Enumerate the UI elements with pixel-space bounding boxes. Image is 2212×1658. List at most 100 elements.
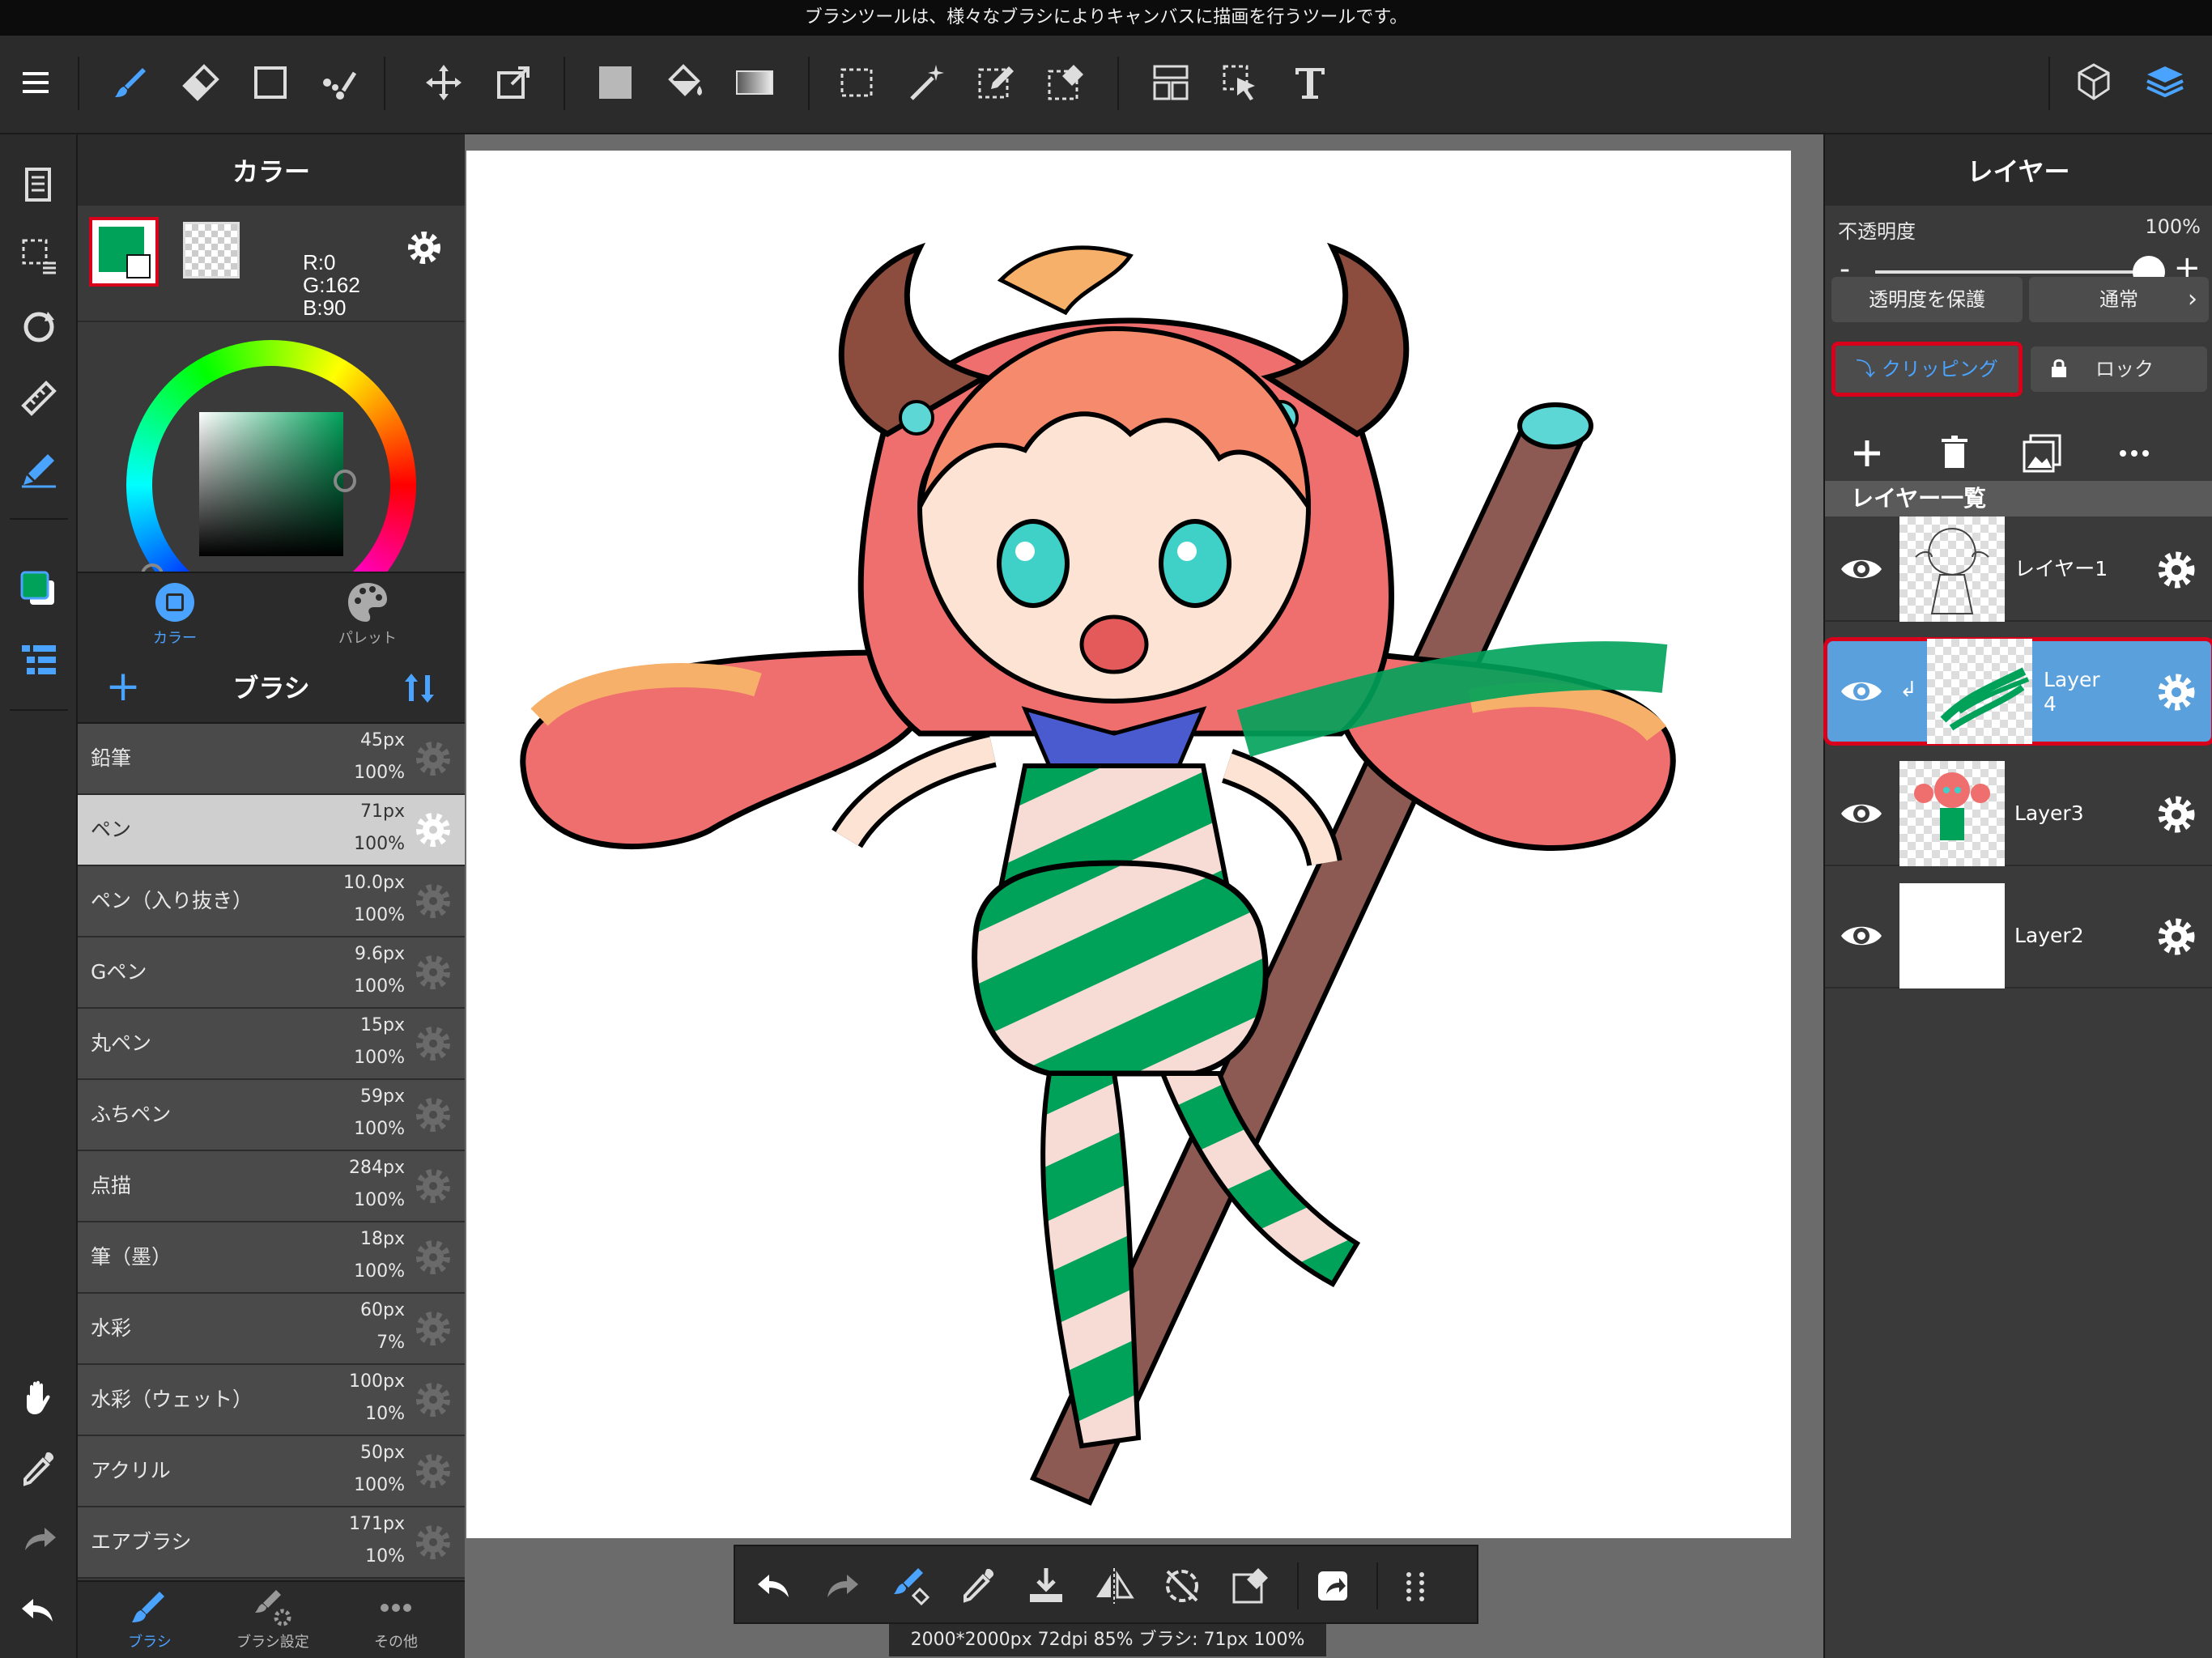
eraser-icon[interactable] <box>170 52 232 113</box>
brush-settings-gear-icon[interactable] <box>411 1235 455 1279</box>
color-settings-gear-icon[interactable] <box>400 223 449 272</box>
bucket-icon[interactable] <box>654 52 716 113</box>
page-manager-icon[interactable] <box>10 155 68 214</box>
layer-row[interactable]: Layer2 <box>1825 883 2212 988</box>
brush-item[interactable]: エアブラシ 171px 10% <box>78 1507 465 1579</box>
add-layer-button[interactable] <box>1841 427 1893 479</box>
layer-settings-gear-icon[interactable] <box>2154 670 2199 715</box>
brush-settings-gear-icon[interactable] <box>411 737 455 780</box>
brush-item[interactable]: ふちペン 59px 100% <box>78 1080 465 1151</box>
current-color-icon[interactable] <box>10 560 68 619</box>
layer-more-button[interactable] <box>2108 427 2160 479</box>
brush-item[interactable]: 筆（墨） 18px 100% <box>78 1222 465 1294</box>
dot-icon[interactable] <box>309 52 371 113</box>
delete-layer-button[interactable] <box>1929 427 1980 479</box>
snap-pen-icon[interactable] <box>10 440 68 499</box>
tab-other-label: その他 <box>374 1634 418 1651</box>
move-icon[interactable] <box>413 52 474 113</box>
selection-list-icon[interactable] <box>10 227 68 285</box>
tab-brush[interactable]: ブラシ <box>89 1587 211 1652</box>
brush-settings-gear-icon[interactable] <box>411 879 455 923</box>
eye-visibility-icon[interactable] <box>1838 546 1885 593</box>
menu-icon[interactable] <box>5 52 66 113</box>
brush-item[interactable]: アクリル 50px 100% <box>78 1436 465 1507</box>
lock-button[interactable]: ロック <box>2031 346 2207 392</box>
brush-item[interactable]: 点描 284px 100% <box>78 1151 465 1222</box>
layer-settings-gear-icon[interactable] <box>2154 547 2199 593</box>
select-rect-icon[interactable] <box>826 52 887 113</box>
undo-icon[interactable] <box>10 1582 68 1640</box>
layers-icon[interactable] <box>2134 52 2196 113</box>
ruler-icon[interactable] <box>10 369 68 427</box>
brush-settings-gear-icon[interactable] <box>411 1022 455 1065</box>
select-layer-icon[interactable] <box>1210 52 1271 113</box>
brush-settings-gear-icon[interactable] <box>411 950 455 994</box>
layer-settings-gear-icon[interactable] <box>2154 792 2199 837</box>
brush-settings-gear-icon[interactable] <box>411 1520 455 1564</box>
brush-settings-gear-icon[interactable] <box>411 1378 455 1422</box>
brush-settings-gear-icon[interactable] <box>411 1307 455 1350</box>
opacity-slider-track[interactable] <box>1875 270 2157 274</box>
clear-layer-icon[interactable] <box>1224 1560 1276 1612</box>
brush-item[interactable]: 丸ペン 15px 100% <box>78 1009 465 1080</box>
eyedropper-icon[interactable] <box>10 1439 68 1498</box>
brush-settings-gear-icon[interactable] <box>411 1093 455 1137</box>
transparent-color-swatch[interactable] <box>183 222 240 278</box>
tab-other[interactable]: その他 <box>335 1587 457 1652</box>
tab-palette[interactable]: パレット <box>287 580 449 648</box>
layer-name: Layer 4 <box>2044 668 2100 716</box>
text-icon[interactable] <box>1279 52 1341 113</box>
canvas-area[interactable]: 2000*2000px 72dpi 85% ブラシ: 71px 100% <box>465 134 1823 1658</box>
layer-row[interactable]: レイヤー1 <box>1825 517 2212 622</box>
redo-icon[interactable] <box>816 1560 868 1612</box>
magic-wand-icon[interactable] <box>895 52 957 113</box>
brush-item[interactable]: ペン（入り抜き） 10.0px 100% <box>78 866 465 937</box>
foreground-color-swatch[interactable] <box>89 217 159 287</box>
brush-item[interactable]: 鉛筆 45px 100% <box>78 724 465 795</box>
eyedropper-icon[interactable] <box>952 1560 1004 1612</box>
brush-eraser-toggle-icon[interactable] <box>884 1560 936 1612</box>
grid-dots-icon[interactable] <box>1389 1560 1441 1612</box>
layer-settings-gear-icon[interactable] <box>2154 914 2199 959</box>
redo-icon[interactable] <box>10 1511 68 1569</box>
3d-material-icon[interactable] <box>2063 52 2125 113</box>
reset-rotation-icon[interactable] <box>1156 1560 1208 1612</box>
drawing-canvas[interactable] <box>466 151 1791 1538</box>
fill-color-icon[interactable] <box>585 52 646 113</box>
brush-settings-gear-icon[interactable] <box>411 1449 455 1493</box>
undo-icon[interactable] <box>748 1560 800 1612</box>
select-eraser-icon[interactable] <box>1035 52 1096 113</box>
rectangle-icon[interactable] <box>240 52 301 113</box>
sv-handle[interactable] <box>334 470 356 492</box>
rotate-canvas-icon[interactable] <box>10 298 68 356</box>
import-image-layer-button[interactable] <box>2016 427 2068 479</box>
share-icon[interactable] <box>1307 1560 1359 1612</box>
layer-row[interactable]: Layer3 <box>1825 761 2212 866</box>
brush-item[interactable]: 水彩（ウェット） 100px 10% <box>78 1365 465 1436</box>
layer-row[interactable]: ↲ Layer 4 <box>1823 637 2212 746</box>
tab-color[interactable]: カラー <box>94 580 256 648</box>
eye-visibility-icon[interactable] <box>1838 668 1885 715</box>
brush-item[interactable]: 水彩 60px 7% <box>78 1294 465 1365</box>
save-download-icon[interactable] <box>1020 1560 1072 1612</box>
brush-settings-gear-icon[interactable] <box>411 1164 455 1208</box>
hand-icon[interactable] <box>10 1368 68 1426</box>
gradient-icon[interactable] <box>724 52 785 113</box>
brush-item[interactable]: Gペン 9.6px 100% <box>78 937 465 1009</box>
sort-brush-icon[interactable] <box>398 667 440 709</box>
eye-visibility-icon[interactable] <box>1838 912 1885 959</box>
brush-item[interactable]: ペン 71px 100% <box>78 795 465 866</box>
eye-visibility-icon[interactable] <box>1838 790 1885 837</box>
brush-settings-gear-icon[interactable] <box>411 808 455 852</box>
tab-brush-settings[interactable]: ブラシ設定 <box>212 1587 334 1652</box>
transform-icon[interactable] <box>483 52 544 113</box>
flip-horizontal-icon[interactable] <box>1088 1560 1140 1612</box>
layer-list-icon[interactable] <box>10 631 68 690</box>
clipping-button[interactable]: ⤵ クリッピング <box>1831 342 2023 397</box>
blend-mode-button[interactable]: 通常 › <box>2029 277 2209 322</box>
brush-icon[interactable] <box>100 52 162 113</box>
select-pen-icon[interactable] <box>965 52 1027 113</box>
protect-alpha-button[interactable]: 透明度を保護 <box>1831 277 2023 322</box>
panel-layout-icon[interactable] <box>1140 52 1202 113</box>
saturation-value-square[interactable] <box>199 412 343 556</box>
